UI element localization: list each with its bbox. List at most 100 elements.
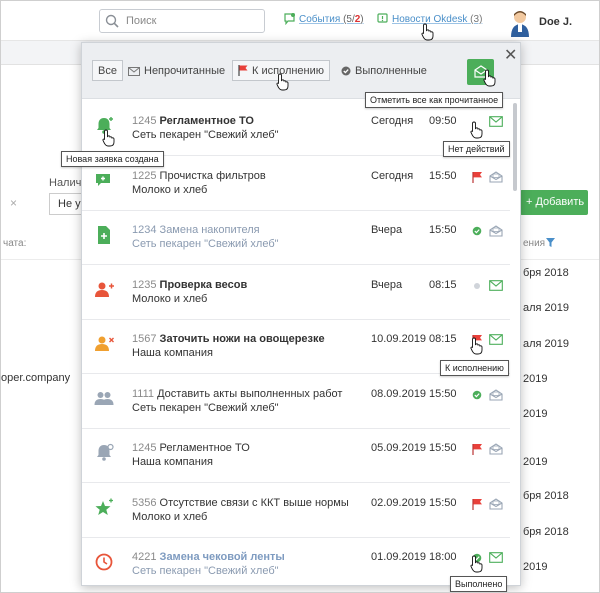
bg-date: бря 2018 <box>523 267 569 279</box>
mail-unread-icon[interactable] <box>489 116 503 128</box>
tooltip-mark-all: Отметить все как прочитанное <box>365 92 504 108</box>
event-row[interactable]: 1111 Доставить акты выполненных работ Се… <box>82 373 510 429</box>
event-date: 10.09.2019 <box>371 333 427 345</box>
status-dot-icon[interactable] <box>471 280 483 292</box>
event-title-line[interactable]: 1245 Регламентное ТО <box>132 442 250 454</box>
scrollbar-thumb[interactable] <box>513 103 517 191</box>
mail-unread-icon[interactable] <box>489 334 503 346</box>
event-client: Наша компания <box>132 456 213 468</box>
bg-date: аля 2019 <box>523 302 570 314</box>
event-time: 15:50 <box>429 442 457 454</box>
mail-unread-icon[interactable] <box>489 280 503 292</box>
event-title-line[interactable]: 1235 Проверка весов <box>132 279 247 291</box>
event-title: Доставить акты выполненных работ <box>157 388 343 400</box>
event-number: 1245 <box>132 115 157 127</box>
event-title-line[interactable]: 1234 Замена накопителя <box>132 224 260 236</box>
event-client: Сеть пекарен "Свежий хлеб" <box>132 238 279 250</box>
event-date: 02.09.2019 <box>371 497 427 509</box>
mail-read-icon[interactable] <box>489 498 503 510</box>
flag-icon[interactable] <box>471 498 483 510</box>
pointer-cursor-icon <box>470 121 483 139</box>
event-title-line[interactable]: 1111 Доставить акты выполненных работ <box>132 388 342 400</box>
event-client: Сеть пекарен "Свежий хлеб" <box>132 565 279 577</box>
pointer-cursor-icon <box>483 69 496 87</box>
event-row[interactable]: 1235 Проверка весов Молоко и хлеб Вчера … <box>82 264 510 320</box>
event-title: Замена чековой ленты <box>159 551 285 563</box>
close-icon[interactable]: ✕ <box>504 45 517 65</box>
bg-clear-icon[interactable]: × <box>10 196 17 210</box>
event-title-line[interactable]: 1225 Прочистка фильтров <box>132 170 266 182</box>
search-input[interactable]: Поиск <box>99 9 265 33</box>
event-number: 1567 <box>132 333 157 345</box>
tooltip-to-do: К исполнению <box>440 360 509 376</box>
news-count: (3) <box>470 14 483 25</box>
filter-all-button[interactable]: Все <box>92 60 123 81</box>
event-row[interactable]: 5356 Отсутствие связи с ККТ выше нормы М… <box>82 482 510 538</box>
bg-date: бря 2018 <box>523 490 569 502</box>
mail-icon <box>128 67 140 76</box>
event-title-line[interactable]: 1245 Регламентное ТО <box>132 115 254 127</box>
bg-column-header-right[interactable]: ения <box>523 238 545 249</box>
flag-icon[interactable] <box>471 443 483 455</box>
event-date: 05.09.2019 <box>371 442 427 454</box>
event-number: 1245 <box>132 442 157 454</box>
check-icon[interactable] <box>471 225 483 237</box>
user-name[interactable]: Doe J. <box>539 16 572 28</box>
filter-done-button[interactable]: Выполненные <box>335 60 433 81</box>
event-title: Отсутствие связи с ККТ выше нормы <box>159 497 349 509</box>
event-title-line[interactable]: 5356 Отсутствие связи с ККТ выше нормы <box>132 497 349 509</box>
event-date: Сегодня <box>371 170 414 182</box>
document-plus-icon <box>98 226 110 244</box>
tooltip-new-request: Новая заявка создана <box>61 151 164 167</box>
event-title-line[interactable]: 4221 Замена чековой ленты <box>132 551 285 563</box>
mail-read-icon[interactable] <box>489 225 503 237</box>
event-date: 08.09.2019 <box>371 388 427 400</box>
pointer-cursor-icon <box>470 337 483 355</box>
event-title: Регламентное ТО <box>159 115 254 127</box>
event-row[interactable]: 1234 Замена накопителя Сеть пекарен "Све… <box>82 209 510 265</box>
filter-icon[interactable] <box>546 238 555 247</box>
event-time: 15:50 <box>429 497 457 509</box>
mail-read-icon[interactable] <box>489 389 503 401</box>
avatar[interactable] <box>509 9 531 37</box>
flag-icon[interactable] <box>471 171 483 183</box>
add-button[interactable]: + Добавить <box>520 190 588 215</box>
event-title: Заточить ножи на овощерезке <box>159 333 325 345</box>
event-time: 08:15 <box>429 279 457 291</box>
event-row[interactable]: 4221 Замена чековой ленты Сеть пекарен "… <box>82 536 510 585</box>
bg-date: аля 2019 <box>523 338 570 350</box>
mail-read-icon[interactable] <box>489 443 503 455</box>
bg-date: 2019 <box>523 408 548 420</box>
bg-email: oper.company <box>1 372 71 384</box>
bg-date: бря 2018 <box>523 526 569 538</box>
event-client: Сеть пекарен "Свежий хлеб" <box>132 129 279 141</box>
check-icon[interactable] <box>471 389 483 401</box>
news-icon <box>377 13 388 23</box>
event-number: 5356 <box>132 497 157 509</box>
event-number: 4221 <box>132 551 157 563</box>
event-client: Сеть пекарен "Свежий хлеб" <box>132 402 279 414</box>
bg-date: 2019 <box>523 373 548 385</box>
filter-unread-button[interactable]: Непрочитанные <box>122 60 231 81</box>
event-date: Вчера <box>371 224 403 236</box>
events-link[interactable]: События (5/2) <box>299 14 364 25</box>
user-plus-icon <box>95 282 114 297</box>
pointer-cursor-icon <box>102 129 115 147</box>
event-client: Молоко и хлеб <box>132 511 208 523</box>
event-time: 18:00 <box>429 551 457 563</box>
event-number: 1111 <box>132 388 155 400</box>
tooltip-done: Выполнено <box>450 576 508 592</box>
event-title: Проверка весов <box>159 279 248 291</box>
event-time: 15:50 <box>429 388 457 400</box>
mail-unread-icon[interactable] <box>489 552 503 564</box>
news-link[interactable]: Новости Okdesk (3) <box>392 14 482 25</box>
event-row[interactable]: 1245 Регламентное ТО Наша компания 05.09… <box>82 427 510 483</box>
event-title-line[interactable]: 1567 Заточить ножи на овощерезке <box>132 333 325 345</box>
clock-icon <box>95 553 113 571</box>
bg-date: 2019 <box>523 561 548 573</box>
pointer-cursor-icon <box>421 23 434 41</box>
event-title: Замена накопителя <box>159 224 260 236</box>
event-number: 1225 <box>132 170 157 182</box>
mail-read-icon[interactable] <box>489 171 503 183</box>
event-client: Молоко и хлеб <box>132 184 208 196</box>
